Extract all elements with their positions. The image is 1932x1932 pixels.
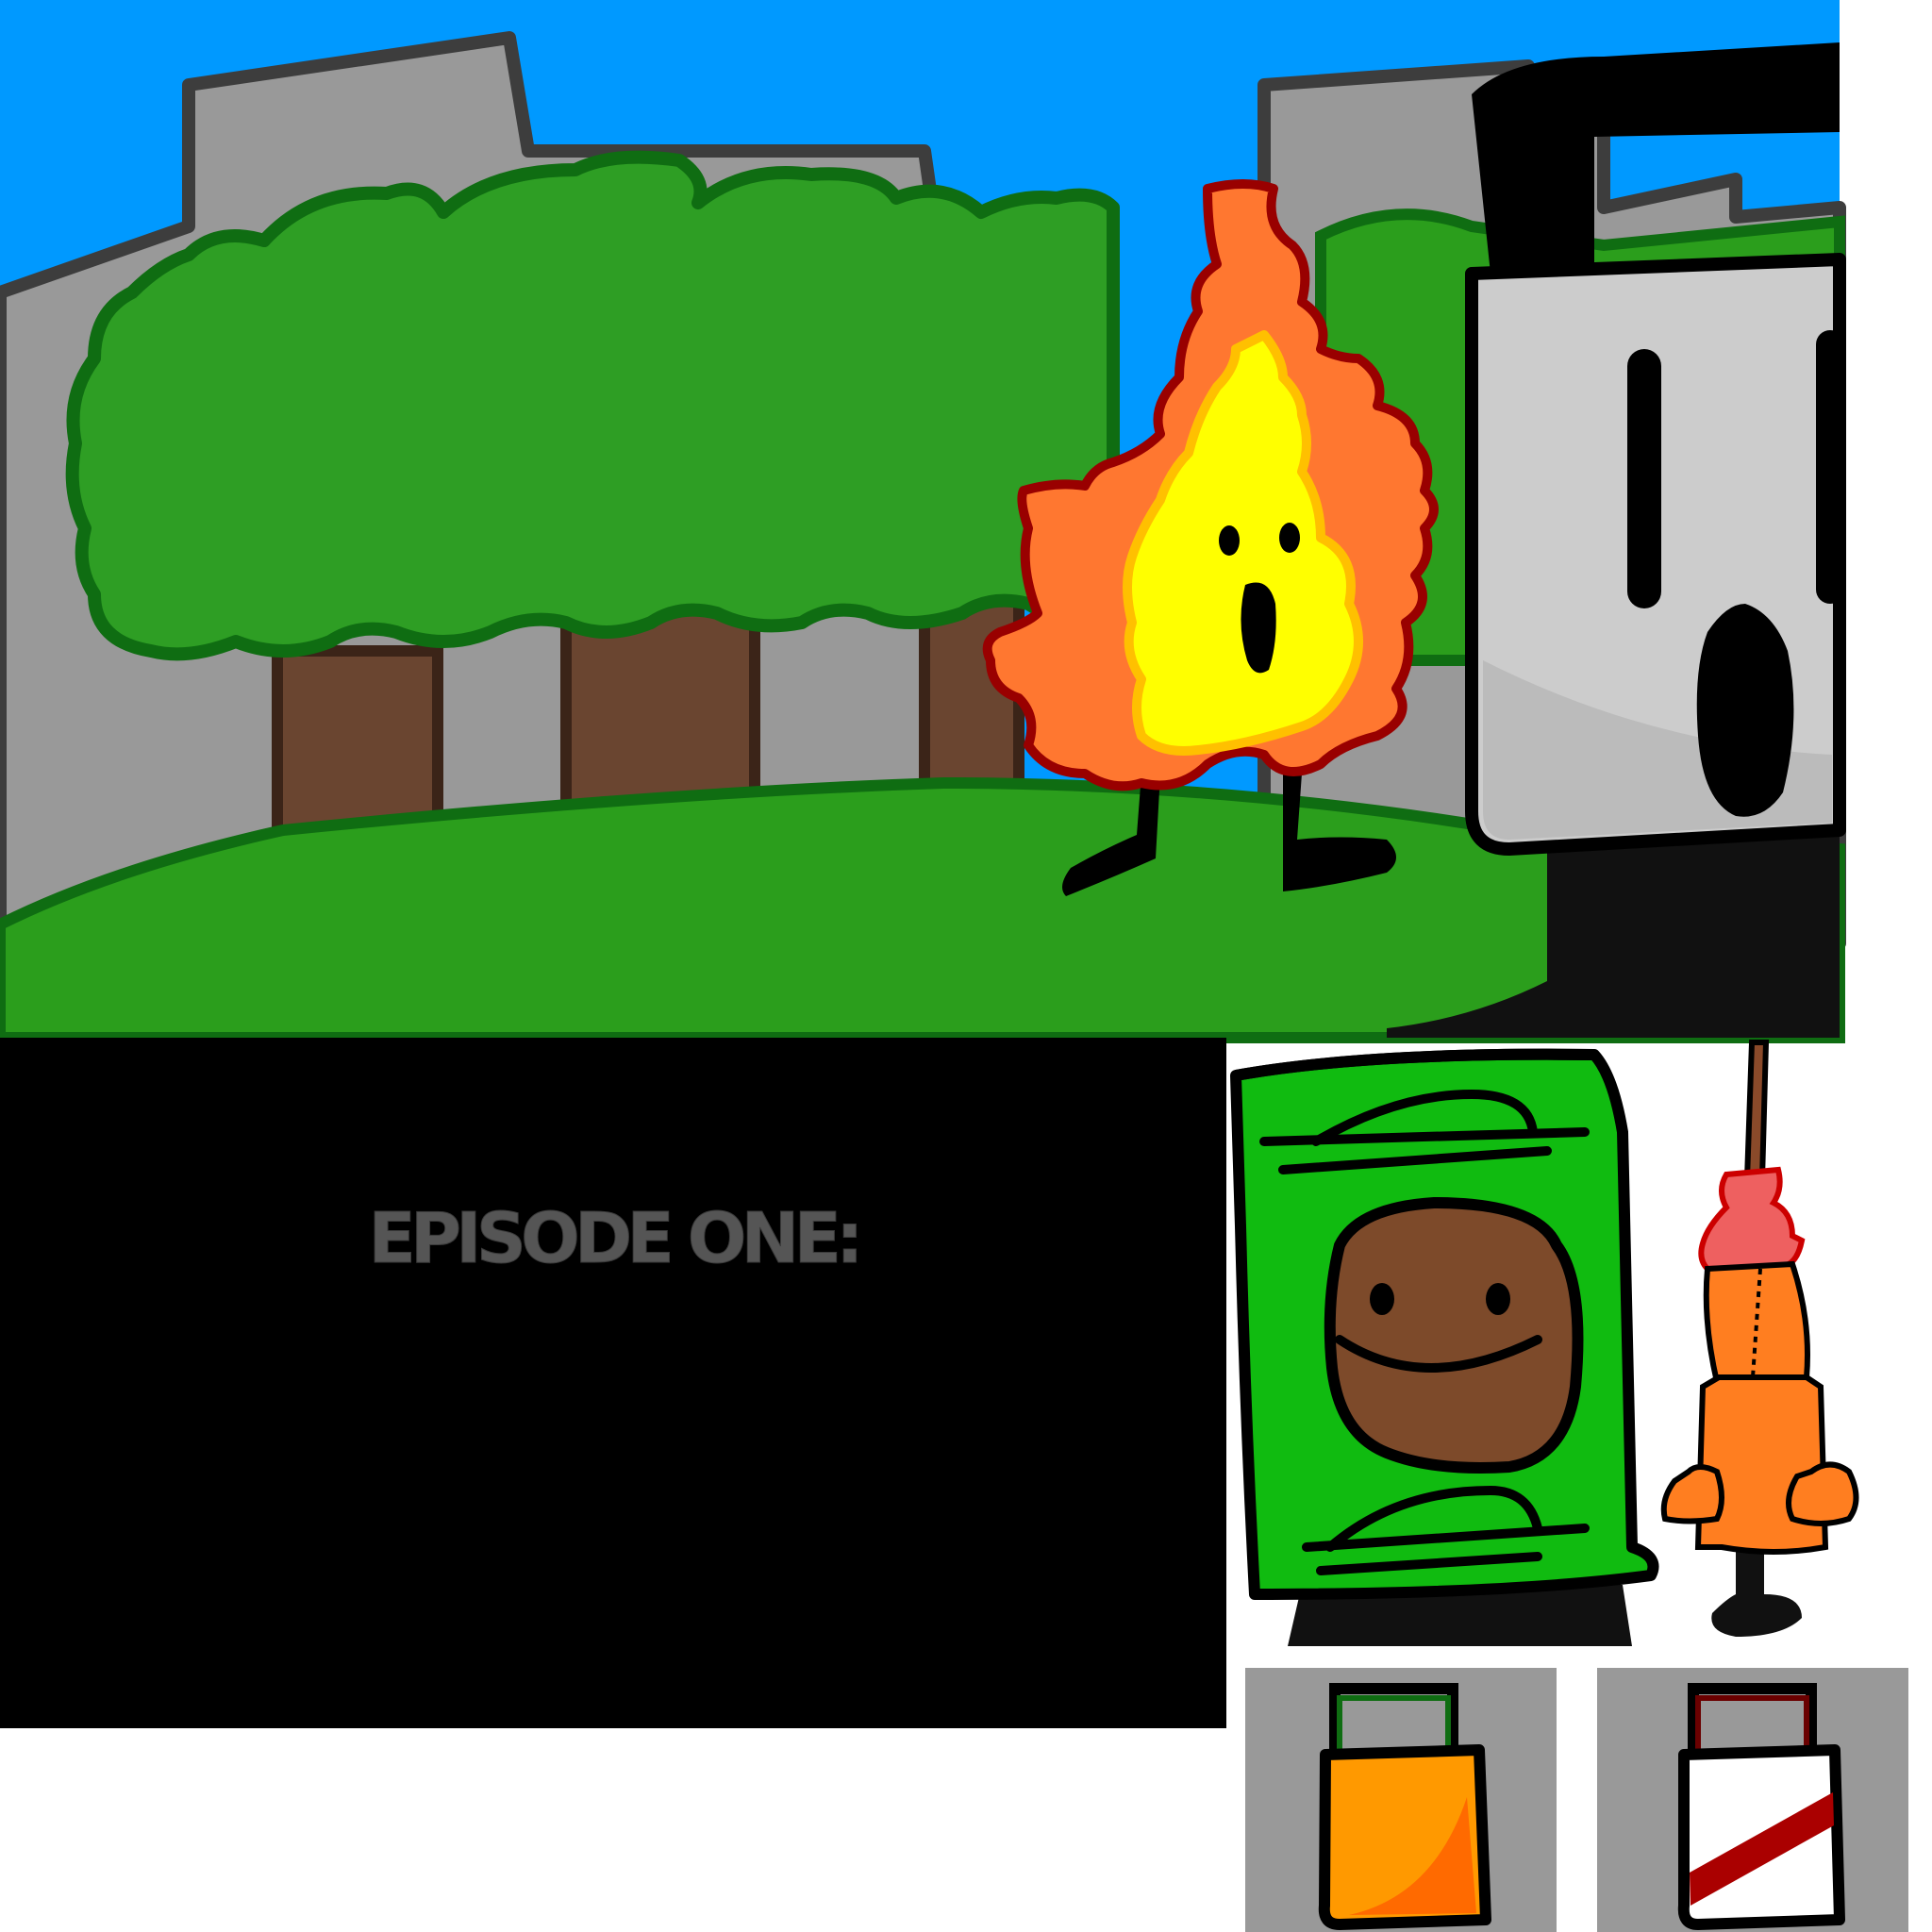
green-book-character <box>1230 1048 1659 1646</box>
match-lower-body <box>1694 1374 1829 1555</box>
episode-title: EPISODE ONE: <box>368 1198 864 1280</box>
match-character <box>1660 1040 1859 1637</box>
match-upper-body <box>1703 1260 1810 1386</box>
striped-bag-icon <box>1597 1668 1908 1932</box>
match-stick <box>1743 1040 1770 1182</box>
title-card <box>0 1038 1226 1728</box>
book-face <box>1324 1197 1584 1474</box>
orange-bag-icon <box>1245 1668 1557 1932</box>
tree-crown <box>65 150 1120 661</box>
match-head <box>1698 1166 1806 1273</box>
park-scene <box>0 0 1846 1043</box>
sprite-sheet <box>0 0 1908 1932</box>
